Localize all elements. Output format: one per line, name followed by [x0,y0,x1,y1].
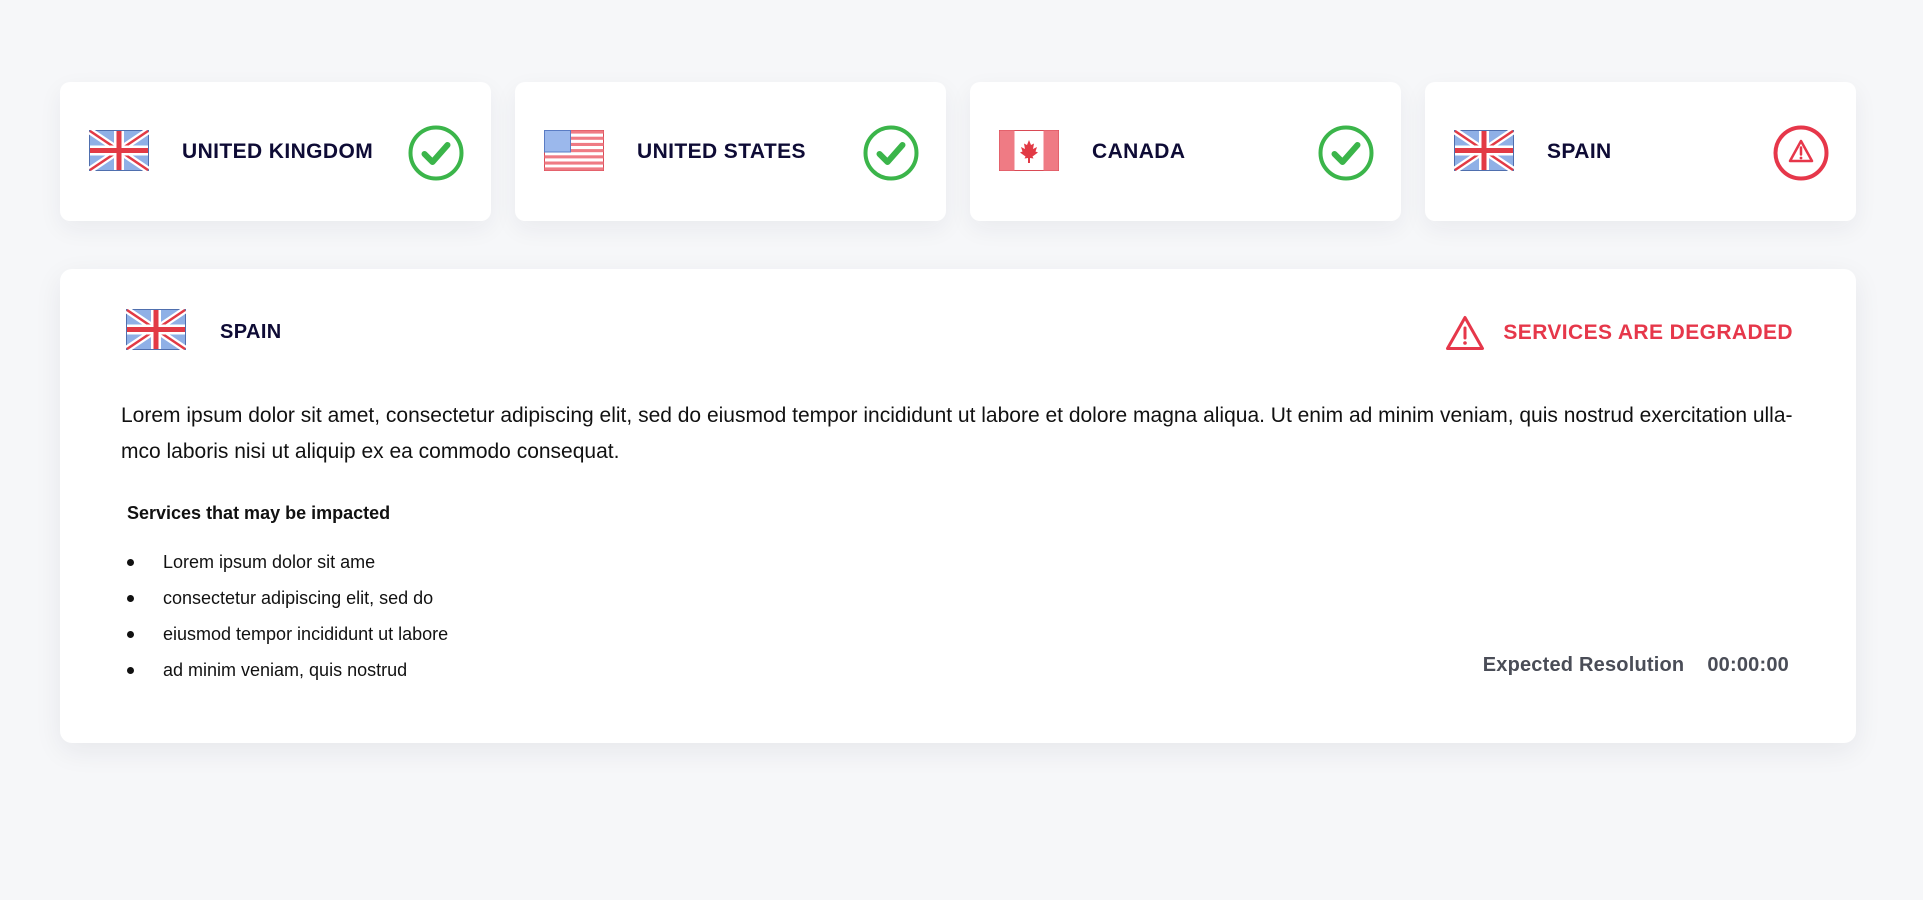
uk-flag-icon [1454,130,1514,171]
list-item: consectetur adipiscing elit, sed do [127,580,448,616]
uk-flag-icon [89,130,149,171]
check-circle-icon [863,125,919,181]
region-card-canada[interactable]: CANADA [970,82,1401,221]
region-card-spain[interactable]: SPAIN [1425,82,1856,221]
list-item: eiusmod tempor incididunt ut labore [127,616,448,652]
services-heading: Services that may be impacted [127,503,391,523]
resolution-label: Expected Resolution [1482,654,1685,676]
region-card-united-states[interactable]: UNITED STATES [515,82,946,221]
region-name: UNITED KINGDOM [182,140,374,163]
region-name: CANADA [1092,140,1186,163]
check-circle-icon [1318,125,1374,181]
impacted-services-list: Lorem ipsum dolor sit ame consectetur ad… [127,544,448,688]
uk-flag-icon [126,309,186,350]
warning-triangle-icon [1446,316,1485,350]
list-item: Lorem ipsum dolor sit ame [127,544,448,580]
alert-status-text: SERVICES ARE DEGRADED [1503,321,1793,344]
us-flag-icon [544,130,604,171]
incident-description: Lorem ipsum dolor sit amet, consectetur … [121,404,1793,463]
region-cards: UNITED KINGDOM UNITED STATES CANADA SPAI… [60,82,1856,221]
region-card-united-kingdom[interactable]: UNITED KINGDOM [60,82,491,221]
canada-flag-icon [999,130,1059,171]
region-name: UNITED STATES [637,140,806,163]
region-detail-panel: SPAIN SERVICES ARE DEGRADED Lorem ipsum … [60,269,1856,743]
list-item: ad minim veniam, quis nostrud [127,652,448,688]
expected-resolution: Expected Resolution 00:00:00 [1483,654,1789,677]
region-name: SPAIN [1547,140,1612,163]
resolution-value: 00:00:00 [1707,654,1789,676]
detail-region-name: SPAIN [220,321,282,343]
degraded-alert: SERVICES ARE DEGRADED [1445,315,1793,351]
warning-circle-icon [1773,125,1829,181]
check-circle-icon [408,125,464,181]
